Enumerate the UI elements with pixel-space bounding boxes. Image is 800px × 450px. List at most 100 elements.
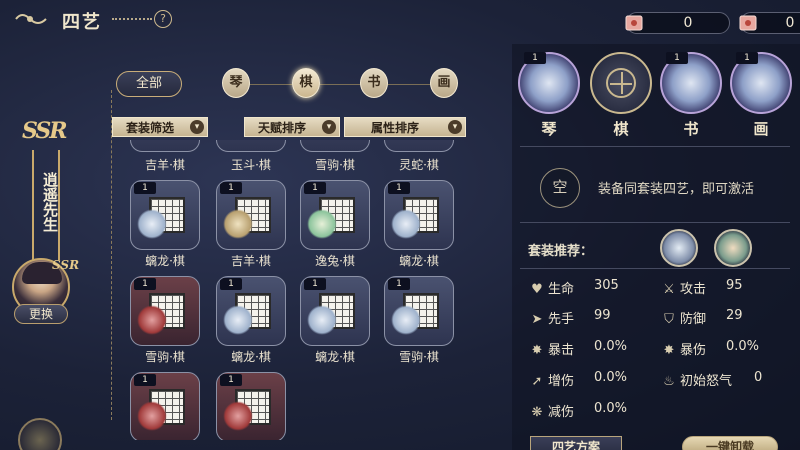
item-card[interactable]: 1: [130, 276, 200, 346]
currency-value-1: 0: [683, 15, 693, 31]
attribute-sort-label: 属性排序: [370, 121, 419, 135]
boost-icon: ➚: [531, 374, 543, 389]
ticket-icon: [739, 15, 757, 31]
item-card[interactable]: 1: [300, 180, 370, 250]
item-name: 玉斗·棋: [231, 158, 271, 172]
item-name: 灵蛇·棋: [399, 158, 439, 172]
currency-counter-1[interactable]: 0: [625, 12, 730, 34]
item-card[interactable]: [216, 140, 286, 152]
tab-shu[interactable]: 书: [360, 68, 388, 98]
shield-icon: ⛉: [664, 312, 674, 327]
divider: [520, 222, 790, 223]
item-level: 1: [134, 182, 156, 194]
item-level: 1: [304, 182, 326, 194]
stat-damage-reduction: ❋ 减伤: [531, 405, 575, 420]
creature-icon: [223, 401, 253, 431]
item-card[interactable]: 1: [216, 276, 286, 346]
chevron-down-icon: ▾: [322, 120, 336, 134]
help-icon[interactable]: ?: [154, 10, 172, 28]
plan-button[interactable]: 四艺方案: [530, 436, 622, 450]
item-level: 1: [388, 182, 410, 194]
stat-defense: ⛉ 防御: [662, 308, 706, 327]
back-swirl-icon[interactable]: [14, 10, 48, 28]
slot-level: 1: [666, 52, 688, 64]
reduce-icon: ❋: [531, 405, 543, 420]
slot-level: 1: [524, 52, 546, 64]
talent-sort-dropdown[interactable]: 天赋排序 ▾: [244, 117, 340, 137]
slot-qin[interactable]: 1: [518, 52, 580, 114]
item-name: 螭龙·棋: [315, 350, 355, 364]
stat-defense-value: 29: [726, 308, 743, 323]
item-level: 1: [134, 278, 156, 290]
change-character-button[interactable]: 更换: [14, 304, 68, 324]
item-name: 雪驹·棋: [399, 350, 439, 364]
item-card[interactable]: [384, 140, 454, 152]
creature-icon: [137, 209, 167, 239]
avatar-rarity-badge: SSR: [52, 258, 80, 272]
arrow-icon: ➤: [531, 312, 543, 327]
stat-crit-damage: ✸ 暴伤: [663, 343, 707, 358]
attribute-sort-dropdown[interactable]: 属性排序 ▾: [344, 117, 466, 137]
stat-crit: ✸ 暴击: [531, 343, 575, 358]
tab-qi[interactable]: 棋: [292, 68, 320, 98]
stat-attack: ⚔ 攻击: [663, 282, 707, 297]
tab-hua[interactable]: 画: [430, 68, 458, 98]
fire-icon: ♨: [663, 374, 675, 389]
talent-sort-label: 天赋排序: [257, 121, 306, 135]
item-card[interactable]: [300, 140, 370, 152]
filter-all-button[interactable]: 全部: [116, 71, 182, 97]
item-card[interactable]: 1: [384, 180, 454, 250]
item-level: 1: [134, 374, 156, 386]
set-bonus-hint: 装备同套装四艺，即可激活: [598, 182, 755, 197]
item-name: 螭龙·棋: [399, 254, 439, 268]
unequip-all-button[interactable]: 一键卸载: [682, 436, 778, 450]
slot-shu[interactable]: 1: [660, 52, 722, 114]
tab-qin[interactable]: 琴: [222, 68, 250, 98]
item-card[interactable]: 1: [384, 276, 454, 346]
item-card[interactable]: 1: [216, 180, 286, 250]
stat-initial-rage-value: 0: [754, 370, 763, 385]
stat-damage-boost: ➚ 增伤: [531, 374, 575, 389]
creature-icon: [391, 209, 421, 239]
stat-damage-reduction-value: 0.0%: [594, 401, 628, 416]
creature-icon: [223, 305, 253, 335]
item-card[interactable]: 1: [216, 372, 286, 440]
item-card[interactable]: [130, 140, 200, 152]
item-level: 1: [388, 278, 410, 290]
slot-qi-empty[interactable]: [590, 52, 652, 114]
stat-attack-value: 95: [726, 278, 743, 293]
creature-icon: [137, 305, 167, 335]
currency-counter-2[interactable]: 0: [739, 12, 800, 34]
set-recommend-label: 套装推荐：: [528, 244, 594, 259]
title-divider: [112, 18, 152, 20]
slot-hua[interactable]: 1: [730, 52, 792, 114]
creature-icon: [307, 209, 337, 239]
divider: [520, 146, 790, 147]
item-name: 螭龙·棋: [145, 254, 185, 268]
item-grid[interactable]: 吉羊·棋 玉斗·棋 雪驹·棋 灵蛇·棋 1 螭龙·棋 1 吉羊·棋 1 逸兔·棋 1 螭龙·棋 1 雪驹·…: [118, 140, 458, 440]
slot-label-hua: 画: [753, 120, 769, 138]
item-level: 1: [220, 374, 242, 386]
creature-icon: [223, 209, 253, 239]
recommend-set-1-icon[interactable]: [660, 229, 698, 267]
item-level: 1: [304, 278, 326, 290]
creature-icon: [307, 305, 337, 335]
item-name: 逸兔·棋: [315, 254, 355, 268]
pet-icon[interactable]: [18, 418, 62, 450]
item-name: 雪驹·棋: [315, 158, 355, 172]
burst-icon: ✸: [531, 343, 543, 358]
stat-hp-value: 305: [594, 278, 619, 293]
left-divider: [111, 90, 112, 420]
currency-value-2: 0: [785, 15, 795, 31]
item-card[interactable]: 1: [300, 276, 370, 346]
recommend-set-2-icon[interactable]: [714, 229, 752, 267]
item-level: 1: [220, 182, 242, 194]
item-card[interactable]: 1: [130, 372, 200, 440]
item-level: 1: [220, 278, 242, 290]
item-card[interactable]: 1: [130, 180, 200, 250]
item-name: 吉羊·棋: [231, 254, 271, 268]
set-filter-dropdown[interactable]: 套装筛选 ▾: [112, 117, 208, 137]
item-name: 螭龙·棋: [231, 350, 271, 364]
stat-hp: ♥ 生命: [531, 282, 575, 297]
stat-crit-value: 0.0%: [594, 339, 628, 354]
